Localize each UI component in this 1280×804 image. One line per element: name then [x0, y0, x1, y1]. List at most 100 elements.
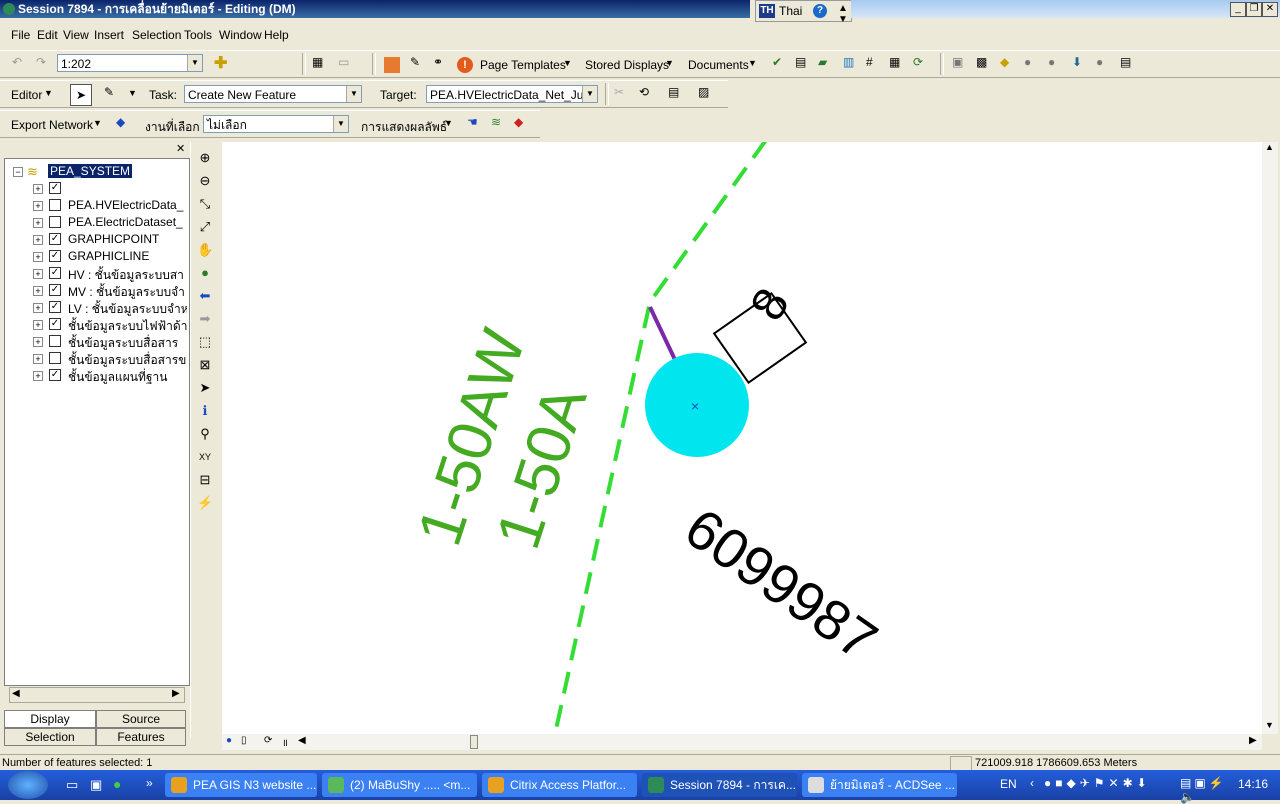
layer-checkbox[interactable]: ✓: [49, 233, 61, 245]
help-icon[interactable]: ?: [813, 4, 827, 18]
chevron-down-icon[interactable]: ▼: [93, 118, 102, 128]
tray-status-icons[interactable]: ▤▣⚡🔈: [1180, 776, 1235, 804]
expand-icon[interactable]: +: [33, 320, 43, 330]
measure-icon[interactable]: ⊟: [197, 472, 213, 488]
layer-label[interactable]: PEA.HVElectricData_: [68, 198, 183, 212]
menu-window[interactable]: Window: [219, 28, 262, 42]
tool-icon[interactable]: ●: [1048, 55, 1055, 69]
toc-layer[interactable]: + ✓ GRAPHICLINE: [5, 248, 187, 265]
zoom-out-icon[interactable]: ⊖: [197, 173, 213, 189]
layer-checkbox[interactable]: [49, 335, 61, 347]
tray-expand-icon[interactable]: ‹: [1030, 776, 1034, 790]
scroll-up-icon[interactable]: ▲: [1265, 142, 1274, 152]
close-button[interactable]: ✕: [1262, 2, 1278, 17]
task-button[interactable]: PEA GIS N3 website ...: [165, 773, 317, 797]
data-view-icon[interactable]: ▭: [338, 55, 349, 69]
tab-source[interactable]: Source: [96, 710, 186, 728]
hyperlink-icon[interactable]: ⚡: [197, 495, 213, 511]
task-button[interactable]: (2) MaBuShy ..... <m...: [322, 773, 477, 797]
sketch-pencil-icon[interactable]: ✎: [104, 85, 114, 99]
chevron-down-icon[interactable]: ▼: [444, 118, 453, 128]
select-elements-icon[interactable]: ➤: [197, 380, 213, 396]
menu-help[interactable]: Help: [264, 28, 289, 42]
menu-view[interactable]: View: [63, 28, 89, 42]
find-icon[interactable]: ⚲: [197, 426, 213, 442]
layer-label[interactable]: ชั้นข้อมูลแผนที่ฐาน: [68, 368, 167, 384]
zoom-in-icon[interactable]: ⊕: [197, 150, 213, 166]
clear-selected-icon[interactable]: ⊠: [197, 357, 213, 373]
chevron-down-icon[interactable]: ▼: [665, 58, 674, 68]
tab-selection[interactable]: Selection: [4, 728, 96, 746]
toc-layer[interactable]: + ✓ LV : ชั้นข้อมูลระบบจำห: [5, 299, 187, 316]
fixed-zoom-in-icon[interactable]: ⤡: [197, 196, 213, 212]
undo-icon[interactable]: ↶: [12, 55, 22, 69]
edit-tool-arrow-icon[interactable]: ➤: [70, 84, 92, 106]
menu-edit[interactable]: Edit: [37, 28, 58, 42]
toc-root-label[interactable]: PEA_SYSTEM: [48, 164, 133, 178]
documents-menu[interactable]: Documents: [688, 58, 749, 72]
language-code[interactable]: TH: [759, 4, 775, 18]
expand-icon[interactable]: +: [33, 337, 43, 347]
open-folder-icon[interactable]: ▰: [818, 55, 827, 69]
windows-icon[interactable]: ▤: [1120, 55, 1131, 69]
toc-layer[interactable]: + ✓ MV : ชั้นข้อมูลระบบจำ: [5, 282, 187, 299]
langbar-options-icon[interactable]: ▲ ▼: [838, 3, 848, 25]
redo-icon[interactable]: ↷: [36, 55, 46, 69]
collapse-icon[interactable]: −: [13, 167, 23, 177]
expand-icon[interactable]: +: [33, 286, 43, 296]
scroll-down-icon[interactable]: ▼: [1265, 720, 1274, 730]
close-icon[interactable]: ✕: [176, 142, 185, 155]
chevron-down-icon[interactable]: ▼: [748, 58, 757, 68]
toc-layer[interactable]: + ✓ ชั้นข้อมูลแผนที่ฐาน: [5, 367, 187, 384]
sketch-properties-icon[interactable]: ▨: [698, 85, 709, 99]
back-extent-icon[interactable]: ⬅: [197, 288, 213, 304]
scroll-right-icon[interactable]: ▶: [172, 688, 180, 699]
window-title-bar[interactable]: Session 7894 - การเคลื่อนย้ายมิเตอร์ - E…: [0, 0, 750, 18]
expand-icon[interactable]: +: [33, 269, 43, 279]
show-desktop-icon[interactable]: ▭: [66, 777, 78, 793]
layer-checkbox[interactable]: ✓: [49, 318, 61, 330]
chevron-down-icon[interactable]: ▼: [582, 86, 597, 102]
rotate-tool-icon[interactable]: ⟲: [639, 85, 649, 99]
map-layout-icon[interactable]: [384, 57, 400, 73]
tool-icon[interactable]: ▣: [952, 55, 963, 69]
job-dropdown[interactable]: ไม่เลือก ▼: [203, 115, 349, 133]
layer-label[interactable]: MV : ชั้นข้อมูลระบบจำ: [68, 283, 185, 299]
layer-label[interactable]: ชั้นข้อมูลระบบสื่อสาร: [68, 334, 178, 350]
layer-label[interactable]: ชั้นข้อมูลระบบไฟฟ้าด้าน: [68, 317, 187, 333]
chevron-down-icon[interactable]: ▼: [346, 86, 361, 102]
layer-select-icon[interactable]: ≋: [491, 115, 501, 129]
layout-view-icon[interactable]: ▦: [312, 55, 323, 69]
system-tray-icons[interactable]: ●■◆✈⚑✕✱⬇: [1044, 776, 1174, 794]
language-bar[interactable]: TH Thai ? ▲ ▼: [755, 0, 852, 25]
toc-horizontal-scrollbar[interactable]: ◀ ▶: [9, 687, 185, 703]
layer-label[interactable]: ชั้นข้อมูลระบบสื่อสารข: [68, 351, 186, 367]
toc-layer[interactable]: + PEA.HVElectricData_: [5, 197, 187, 214]
chevron-down-icon[interactable]: ▼: [333, 116, 348, 132]
expand-icon[interactable]: +: [33, 371, 43, 381]
layer-checkbox[interactable]: ✓: [49, 284, 61, 296]
split-tool-icon[interactable]: ✂: [614, 85, 624, 99]
page-templates-menu[interactable]: Page Templates: [480, 58, 566, 72]
pause-icon[interactable]: ॥: [282, 735, 288, 749]
toc-root[interactable]: − ≋ PEA_SYSTEM: [5, 163, 187, 180]
expand-icon[interactable]: +: [33, 235, 43, 245]
toc-header[interactable]: ✕: [4, 142, 188, 155]
save-icon[interactable]: ▩: [976, 55, 987, 69]
full-extent-icon[interactable]: ●: [197, 265, 213, 281]
clear-selection-icon[interactable]: ◆: [514, 115, 523, 129]
fixed-zoom-out-icon[interactable]: ⤢: [197, 219, 213, 235]
expand-icon[interactable]: +: [33, 354, 43, 364]
refresh-icon[interactable]: ⟳: [264, 735, 272, 746]
quick-launch-more-icon[interactable]: »: [146, 776, 153, 790]
go-to-xy-icon[interactable]: XY: [197, 449, 213, 465]
app-icon[interactable]: ●: [113, 776, 121, 792]
map-canvas[interactable]: × 1-50AW 1-50A 8 6099987: [222, 142, 1262, 734]
layer-checkbox[interactable]: [49, 352, 61, 364]
expand-icon[interactable]: +: [33, 252, 43, 262]
layer-checkbox[interactable]: ✓: [49, 267, 61, 279]
menu-file[interactable]: File: [11, 28, 30, 42]
identify-icon[interactable]: ℹ: [197, 403, 213, 419]
map-horizontal-scrollbar[interactable]: ● ▯ ⟳ ॥ ◀ ▶: [222, 734, 1262, 750]
data-view-icon[interactable]: ●: [226, 735, 232, 746]
